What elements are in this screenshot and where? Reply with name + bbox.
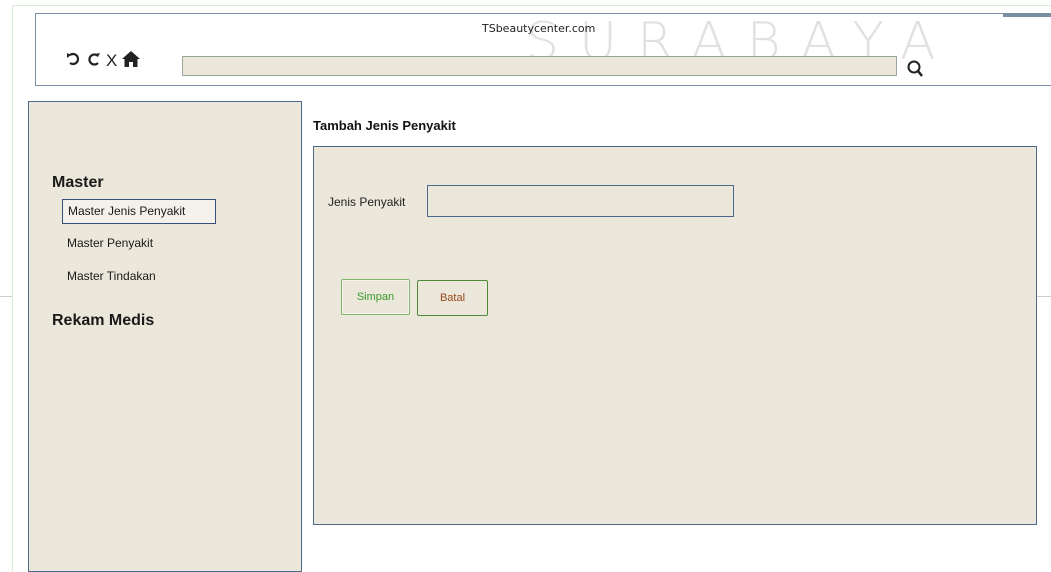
back-icon[interactable]	[66, 50, 82, 72]
close-icon[interactable]: X	[106, 51, 117, 71]
toolbar-edge	[1003, 14, 1051, 17]
sidebar-item-master-tindakan[interactable]: Master Tindakan	[62, 266, 161, 286]
sidebar: Master Master Jenis Penyakit Master Peny…	[28, 101, 302, 572]
cancel-button[interactable]: Batal	[417, 280, 488, 316]
save-button[interactable]: Simpan	[341, 279, 410, 315]
sidebar-item-master-jenis-penyakit[interactable]: Master Jenis Penyakit	[62, 199, 216, 224]
site-title: TSbeautycenter.com	[482, 22, 596, 35]
form-panel: Jenis Penyakit Simpan Batal	[313, 146, 1037, 525]
address-bar[interactable]	[182, 56, 897, 76]
reload-icon[interactable]	[86, 50, 102, 72]
browser-toolbar: SURABAYA TSbeautycenter.com X	[35, 12, 1051, 86]
sidebar-heading-master: Master	[52, 174, 104, 191]
page-frame-left	[12, 5, 13, 572]
nav-icons: X	[66, 50, 141, 72]
page-title: Tambah Jenis Penyakit	[313, 118, 456, 133]
jenis-penyakit-label: Jenis Penyakit	[328, 195, 406, 209]
jenis-penyakit-input[interactable]	[427, 185, 734, 217]
sidebar-heading-rekam-medis[interactable]: Rekam Medis	[52, 312, 154, 330]
home-icon[interactable]	[121, 50, 141, 72]
search-icon[interactable]	[906, 58, 926, 80]
page-frame-top	[12, 5, 1051, 6]
divider-left	[0, 296, 12, 297]
divider-right	[1037, 296, 1051, 297]
sidebar-item-master-penyakit[interactable]: Master Penyakit	[62, 233, 158, 253]
